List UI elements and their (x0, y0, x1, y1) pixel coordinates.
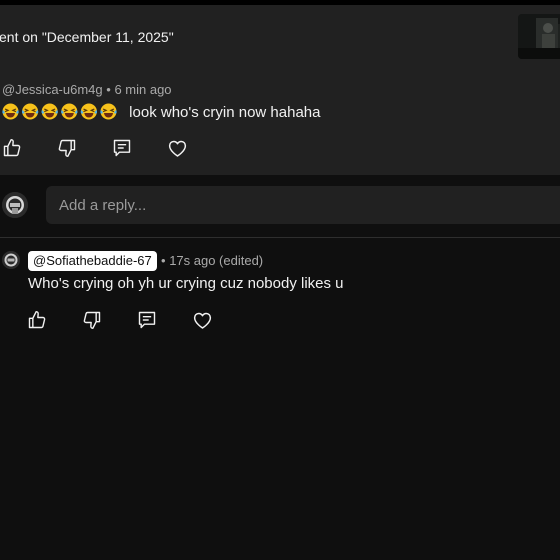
like-icon (28, 310, 46, 329)
thread-title: ent on "December 11, 2025" (0, 29, 174, 45)
laughing-emoji-row (2, 103, 121, 124)
laughing-emoji-icon (100, 103, 117, 120)
reply-placeholder: Add a reply... (59, 197, 147, 214)
dislike-icon (83, 311, 101, 330)
reply-icon (113, 139, 131, 157)
heart-button[interactable] (190, 308, 214, 332)
comment-thread-header: ent on "December 11, 2025" (0, 5, 560, 68)
comment: @Jessica-u6m4g • 6 min ago look who's cr… (0, 67, 560, 175)
laughing-emoji-icon (80, 103, 98, 120)
heart-icon (168, 140, 186, 157)
laughing-emoji-icon (61, 103, 78, 120)
reply-composer: Add a reply... (0, 179, 560, 233)
comments-panel: ent on "December 11, 2025" @Jessica-u6m4… (0, 0, 560, 560)
like-button[interactable] (0, 136, 24, 160)
current-user-avatar[interactable] (2, 192, 28, 218)
laughing-emoji-icons (2, 103, 117, 120)
comment-body: look who's cryin now hahaha (2, 103, 320, 124)
meta-separator: • (106, 82, 111, 97)
laughing-emoji-icon (41, 103, 58, 120)
comment-meta: @Jessica-u6m4g • 6 min ago (2, 82, 172, 97)
reply-meta: • 17s ago (edited) (161, 253, 263, 268)
divider (0, 237, 560, 238)
reply-author-avatar[interactable] (2, 251, 20, 269)
dislike-icon (58, 139, 76, 158)
reply-time[interactable]: 17s ago (edited) (169, 253, 263, 268)
avatar-icon (2, 251, 20, 269)
video-thumbnail[interactable] (518, 14, 560, 59)
comment-actions (0, 136, 220, 160)
reply-button[interactable] (135, 308, 159, 332)
like-icon (3, 138, 21, 157)
laughing-emoji-icon (21, 103, 39, 120)
reply-icon (138, 311, 156, 329)
laughing-emoji-icon (2, 103, 19, 120)
comment-time[interactable]: 6 min ago (114, 82, 171, 97)
heart-icon (193, 312, 211, 329)
like-button[interactable] (25, 308, 49, 332)
avatar-icon (2, 192, 28, 218)
reply-button[interactable] (110, 136, 134, 160)
author-mention-chip[interactable]: @Sofiathebaddie-67 (28, 251, 157, 271)
heart-button[interactable] (165, 136, 189, 160)
meta-separator: • (161, 253, 166, 268)
reply-actions (25, 308, 245, 332)
comment-text: look who's cryin now hahaha (129, 104, 321, 121)
reply-input[interactable]: Add a reply... (46, 186, 560, 224)
comment-author[interactable]: @Jessica-u6m4g (2, 82, 103, 97)
reply-text: Who's crying oh yh ur crying cuz nobody … (28, 275, 344, 292)
dislike-button[interactable] (80, 308, 104, 332)
dislike-button[interactable] (55, 136, 79, 160)
